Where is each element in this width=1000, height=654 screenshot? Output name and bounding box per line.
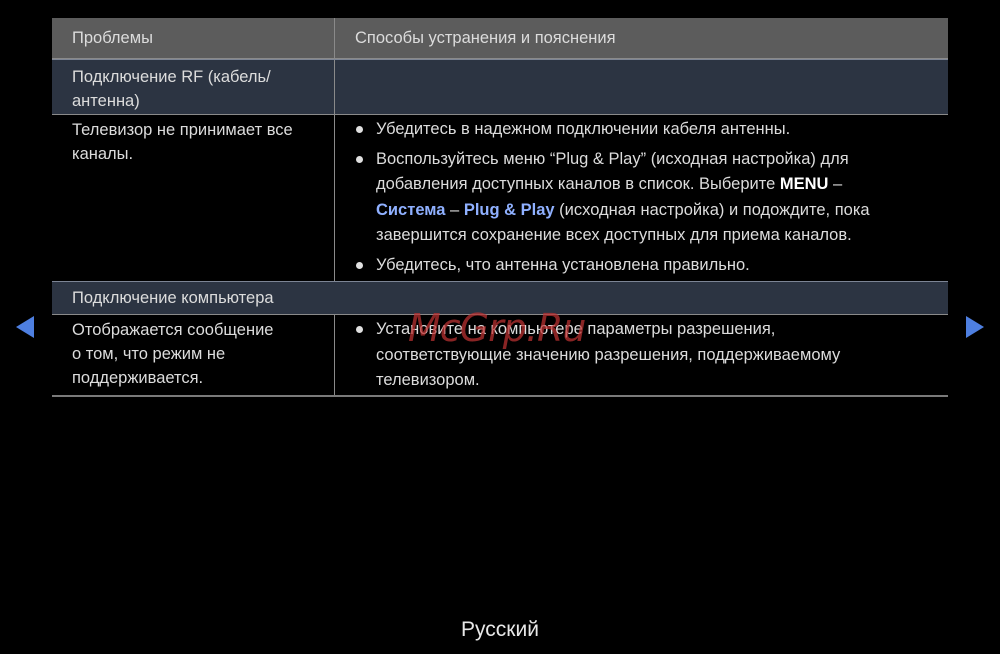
header-problems: Проблемы [72,29,153,47]
section-rf: Подключение RF (кабель/ антенна) [52,59,948,115]
triangle-right-icon[interactable] [966,316,984,338]
header-solutions: Способы устранения и пояснения [334,18,948,58]
watermark: McGrp.Ru [408,306,586,350]
section-rf-title: Подключение RF (кабель/ антенна) [72,68,271,110]
table-row: Телевизор не принимает все каналы. Убеди… [52,115,948,281]
system-keyword: Система [376,200,446,219]
triangle-left-icon[interactable] [16,316,34,338]
list-item: Убедитесь, что антенна установлена прави… [355,253,948,279]
bullet-icon [356,261,363,269]
problem-cell: Отображается сообщение о том, что режим … [72,321,274,387]
language-label: Русский [461,618,539,641]
section-pc-title: Подключение компьютера [72,289,274,307]
bullet-icon [356,155,363,163]
problem-cell: Телевизор не принимает все каналы. [72,121,293,163]
bullet-icon [356,126,363,133]
list-item: Убедитесь в надежном подключении кабеля … [355,117,948,143]
solution-cell: Убедитесь в надежном подключении кабеля … [334,115,948,281]
bullet-icon [356,326,363,333]
table-header: Проблемы Способы устранения и пояснения [52,18,948,59]
menu-keyword: MENU [779,175,829,193]
plug-play-keyword: Plug & Play [463,200,555,219]
list-item: Воспользуйтесь меню “Plug & Play” (исход… [355,147,948,249]
